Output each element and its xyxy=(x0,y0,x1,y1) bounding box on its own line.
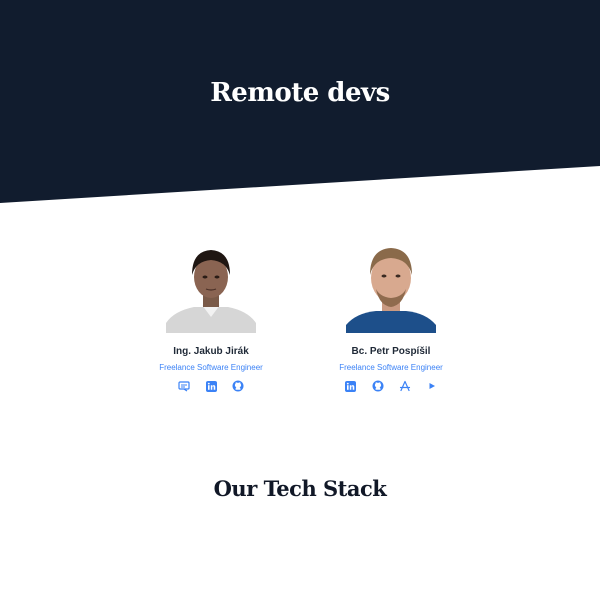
app-store-icon[interactable] xyxy=(398,379,412,393)
hero-title: Remote devs xyxy=(210,78,390,108)
team-member-card: Bc. Petr Pospíšil Freelance Software Eng… xyxy=(301,245,481,393)
member-links xyxy=(121,379,301,393)
tech-stack-title: Our Tech Stack xyxy=(213,476,387,501)
member-role: Freelance Software Engineer xyxy=(339,363,443,372)
member-links xyxy=(301,379,481,393)
google-play-icon[interactable] xyxy=(425,379,439,393)
github-icon[interactable] xyxy=(231,379,245,393)
member-role: Freelance Software Engineer xyxy=(159,363,263,372)
github-icon[interactable] xyxy=(371,379,385,393)
linkedin-icon[interactable] xyxy=(344,379,358,393)
team-member-card: Ing. Jakub Jirák Freelance Software Engi… xyxy=(121,245,301,393)
website-icon[interactable] xyxy=(177,379,191,393)
hero-banner: Remote devs xyxy=(0,0,600,205)
member-name: Bc. Petr Pospíšil xyxy=(351,346,431,357)
member-name: Ing. Jakub Jirák xyxy=(173,346,249,357)
linkedin-icon[interactable] xyxy=(204,379,218,393)
avatar xyxy=(166,245,256,333)
avatar xyxy=(346,245,436,333)
